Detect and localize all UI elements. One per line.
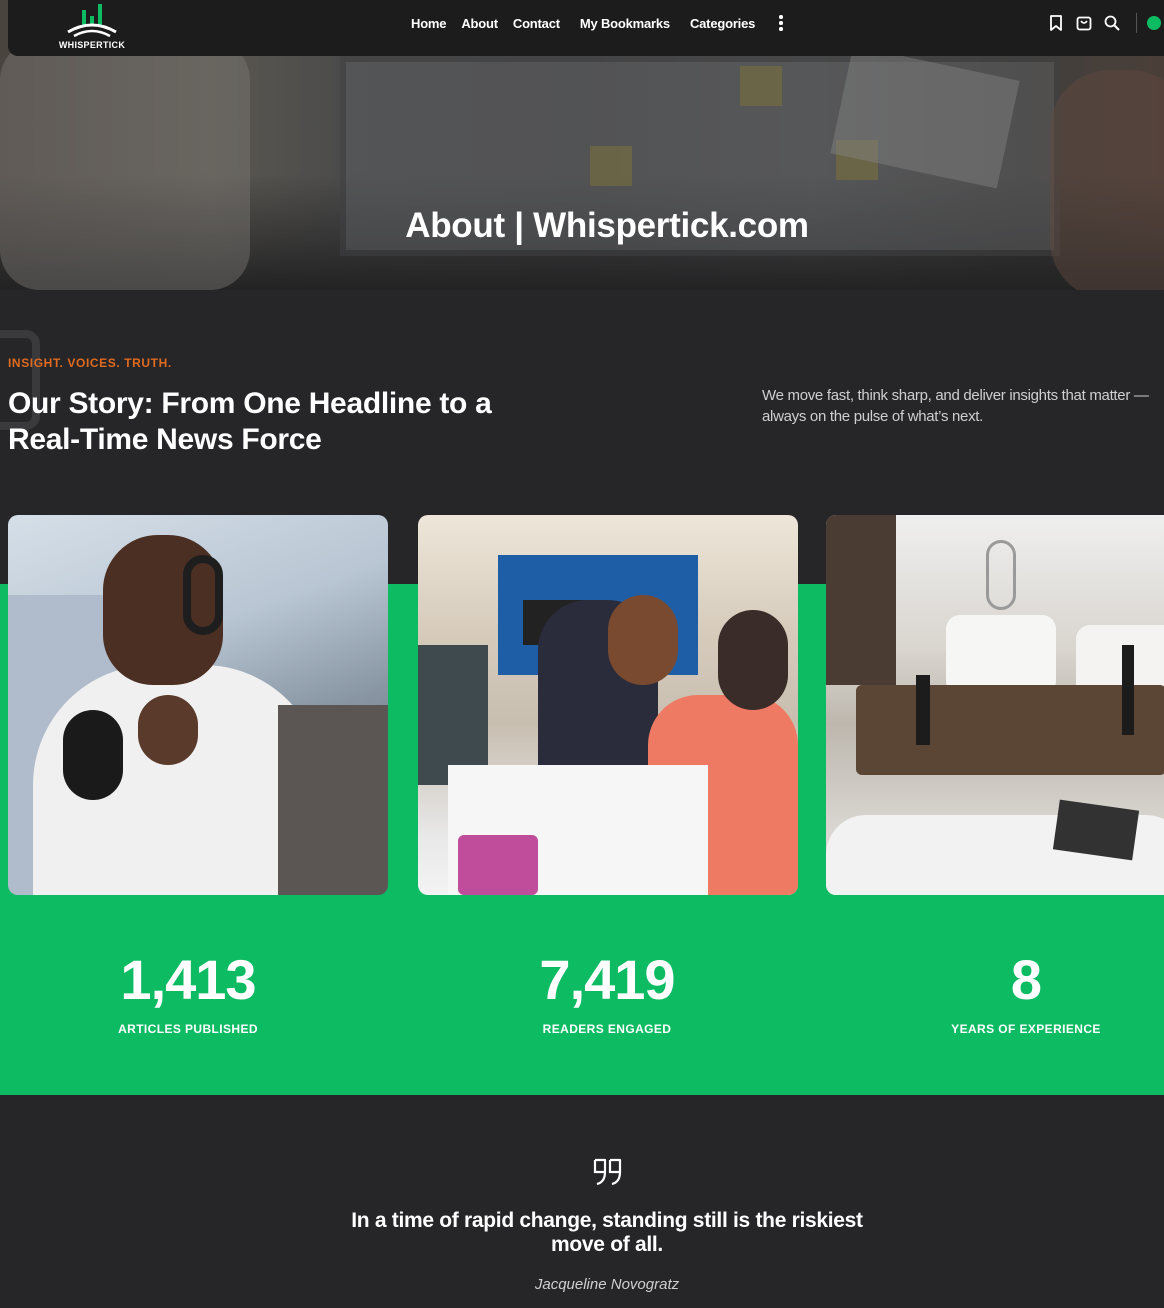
photo-office-meeting — [418, 515, 798, 895]
story-title: Our Story: From One Headline to a Real-T… — [8, 387, 492, 456]
stat-label: READERS ENGAGED — [542, 1022, 672, 1036]
page-title: About | Whispertick.com — [405, 206, 809, 245]
quote-author: Jacqueline Novogratz — [534, 1276, 680, 1293]
nav-contact[interactable]: Contact — [513, 16, 560, 31]
stat-value: 1,413 — [120, 948, 256, 1011]
header-divider — [1136, 13, 1137, 33]
main-nav: Home About Contact My Bookmarks Categori… — [411, 14, 788, 32]
stat-readers: 7,419 READERS ENGAGED — [457, 948, 757, 1036]
bookmark-icon[interactable] — [1046, 13, 1066, 33]
logo-mark-icon — [67, 4, 117, 38]
stat-years: 8 YEARS OF EXPERIENCE — [876, 948, 1164, 1036]
nav-categories[interactable]: Categories — [690, 16, 755, 31]
site-logo[interactable]: WHISPERTICK — [52, 2, 132, 52]
quote-icon — [592, 1158, 624, 1186]
nav-home[interactable]: Home — [411, 16, 447, 31]
more-menu-icon[interactable] — [774, 14, 788, 32]
story-description: We move fast, think sharp, and deliver i… — [762, 387, 1149, 425]
cart-icon[interactable] — [1074, 13, 1094, 33]
stat-articles: 1,413 ARTICLES PUBLISHED — [38, 948, 338, 1036]
header-actions — [1046, 13, 1161, 33]
nav-my-bookmarks[interactable]: My Bookmarks — [580, 16, 670, 31]
stat-label: YEARS OF EXPERIENCE — [951, 1022, 1101, 1036]
stat-label: ARTICLES PUBLISHED — [118, 1022, 258, 1036]
photo-podcaster — [8, 515, 388, 895]
stat-value: 8 — [1010, 948, 1042, 1011]
quote-text: In a time of rapid change, standing stil… — [351, 1209, 863, 1256]
search-icon[interactable] — [1102, 13, 1122, 33]
photo-living-room-podcast — [826, 515, 1164, 895]
account-icon[interactable] — [1147, 16, 1161, 30]
nav-about[interactable]: About — [461, 16, 498, 31]
stat-value: 7,419 — [539, 948, 675, 1011]
site-header: WHISPERTICK Home About Contact My Bookma… — [8, 0, 1164, 56]
logo-text: WHISPERTICK — [58, 40, 126, 50]
section-eyebrow: INSIGHT. VOICES. TRUTH. — [8, 356, 172, 370]
